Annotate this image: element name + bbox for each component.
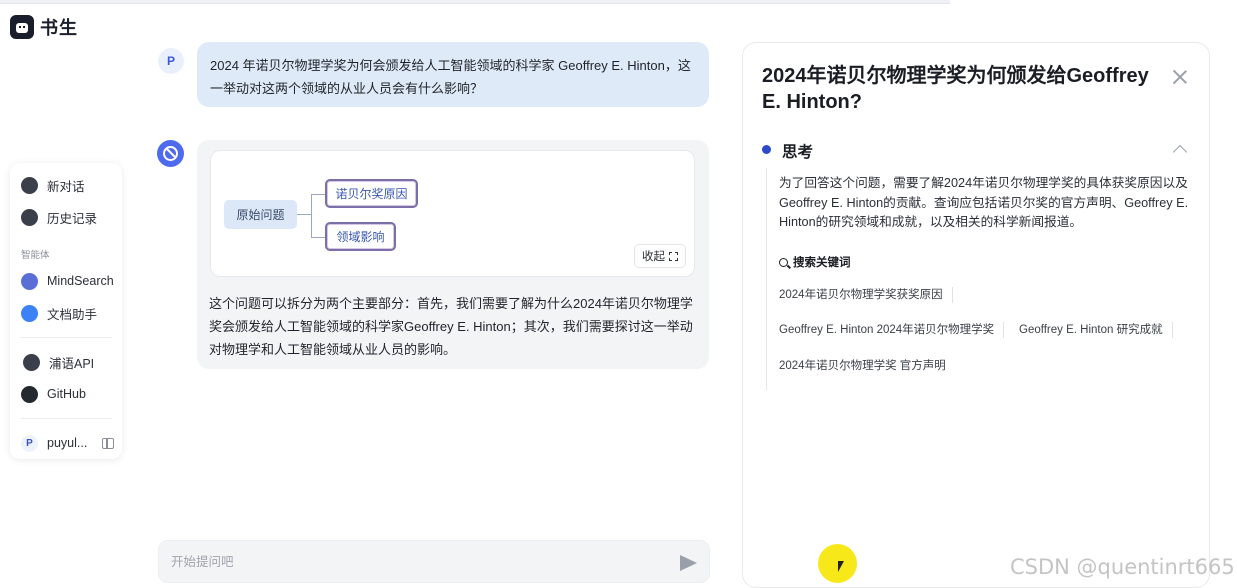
- sidebar-item-label: GitHub: [47, 387, 86, 401]
- watermark: CSDN @quentinrt665: [1010, 555, 1235, 579]
- mindsearch-icon: [21, 272, 38, 290]
- fullscreen-icon: [669, 251, 678, 261]
- api-icon: [19, 349, 44, 375]
- sidebar: 新对话 历史记录 智能体 MindSearch 文档助手 浦语API GitHu…: [10, 163, 122, 459]
- graph-connector: [311, 194, 325, 195]
- step-dot-icon: [762, 145, 771, 154]
- bot-message: 原始问题 诺贝尔奖原因 领域影响 收起 这个问题可以拆分为两个主要部分：首先，我…: [197, 140, 709, 369]
- chat-input-box: [158, 540, 710, 583]
- keyword-tag[interactable]: 2024年诺贝尔物理学奖 官方声明: [779, 358, 955, 374]
- sidebar-item-label: 历史记录: [47, 211, 98, 226]
- keyword-tag[interactable]: Geoffrey E. Hinton 研究成就: [1019, 322, 1173, 338]
- sidebar-item-doc-assistant[interactable]: 文档助手: [10, 297, 122, 329]
- logo-text: 书生: [40, 18, 78, 38]
- user-profile[interactable]: P puyul...: [10, 427, 122, 459]
- sidebar-item-history[interactable]: 历史记录: [10, 201, 122, 233]
- collapse-label: 收起: [642, 251, 665, 263]
- collapse-button[interactable]: 收起: [634, 244, 686, 268]
- sidebar-item-api[interactable]: 浦语API: [10, 346, 122, 378]
- send-icon[interactable]: [680, 555, 697, 571]
- keyword-tag[interactable]: 2024年诺贝尔物理学奖获奖原因: [779, 287, 953, 303]
- top-divider: [0, 0, 950, 4]
- sidebar-item-label: MindSearch: [47, 274, 114, 288]
- doc-assistant-icon: [21, 304, 38, 322]
- keyword-tag[interactable]: Geoffrey E. Hinton 2024年诺贝尔物理学奖: [779, 322, 1005, 338]
- question-graph: 原始问题 诺贝尔奖原因 领域影响 收起: [210, 150, 695, 277]
- sidebar-divider: [20, 337, 112, 338]
- user-message: 2024 年诺贝尔物理学奖为何会颁发给人工智能领域的科学家 Geoffrey E…: [197, 42, 709, 107]
- graph-node-field-impact[interactable]: 领域影响: [325, 222, 396, 251]
- keywords-label: 搜索关键词: [793, 257, 851, 269]
- new-chat-icon: [21, 176, 38, 194]
- close-icon[interactable]: [1172, 69, 1188, 85]
- sidebar-item-label: 浦语API: [49, 356, 95, 371]
- sidebar-item-label: 新对话: [47, 179, 85, 194]
- user-name: puyul...: [47, 436, 87, 450]
- graph-node-nobel-reason[interactable]: 诺贝尔奖原因: [325, 179, 418, 208]
- user-avatar: P: [158, 48, 184, 74]
- bot-answer-text: 这个问题可以拆分为两个主要部分：首先，我们需要了解为什么2024年诺贝尔物理学奖…: [209, 296, 693, 357]
- graph-connector: [311, 237, 325, 238]
- mouse-cursor-icon: [838, 561, 844, 572]
- sidebar-collapse-icon[interactable]: [102, 437, 114, 449]
- sidebar-item-github[interactable]: GitHub: [10, 378, 122, 410]
- panel-title: 2024年诺贝尔物理学奖为何颁发给Geoffrey E. Hinton?: [762, 65, 1149, 113]
- bot-avatar-icon: [157, 140, 184, 167]
- keywords-header: 搜索关键词: [779, 254, 851, 270]
- detail-panel: 2024年诺贝尔物理学奖为何颁发给Geoffrey E. Hinton? 思考 …: [742, 42, 1210, 588]
- graph-connector: [311, 194, 312, 237]
- history-icon: [21, 208, 38, 226]
- sidebar-section-agents: 智能体: [21, 250, 50, 261]
- sidebar-divider: [20, 418, 112, 419]
- thinking-section-title: 思考: [782, 144, 814, 161]
- timeline-line: [766, 168, 767, 390]
- avatar: P: [21, 434, 38, 452]
- sidebar-item-label: 文档助手: [47, 307, 98, 322]
- sidebar-item-new-chat[interactable]: 新对话: [10, 169, 122, 201]
- thinking-text: 为了回答这个问题，需要了解2024年诺贝尔物理学奖的具体获奖原因以及Geoffr…: [779, 176, 1189, 229]
- github-icon: [21, 385, 38, 403]
- logo-icon: [10, 15, 34, 39]
- graph-node-root[interactable]: 原始问题: [224, 200, 297, 229]
- search-icon: [779, 257, 788, 267]
- graph-connector: [297, 214, 311, 215]
- app-logo[interactable]: 书生: [10, 14, 78, 40]
- chat-input[interactable]: [171, 551, 651, 573]
- chevron-up-icon[interactable]: [1172, 144, 1188, 160]
- sidebar-item-mindsearch[interactable]: MindSearch: [10, 265, 122, 297]
